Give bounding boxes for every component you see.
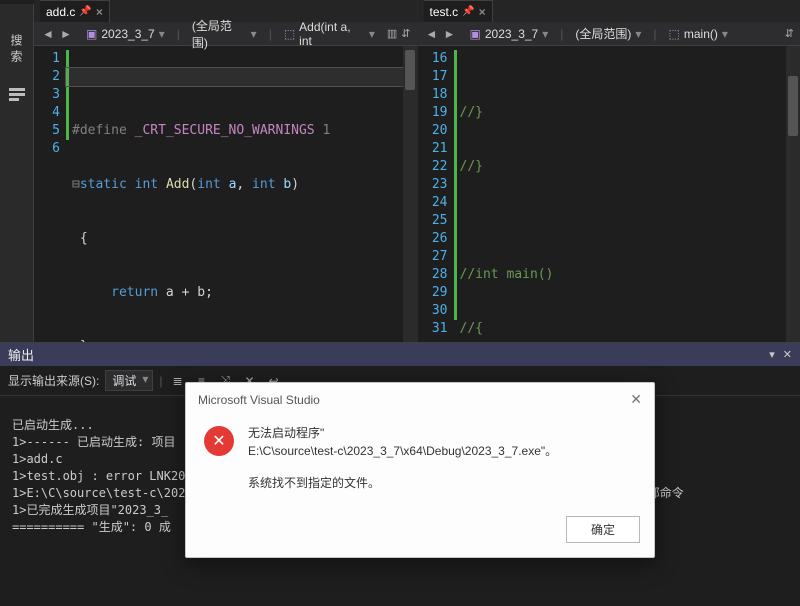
nav-back-icon[interactable]: ◄ [40, 26, 56, 42]
close-icon[interactable]: × [479, 5, 486, 19]
cube-icon: ▣ [86, 27, 97, 41]
code-area-right[interactable]: 1617 1819 2021 2223 2425 2627 2829 3031 … [418, 46, 800, 342]
dialog-title-bar[interactable]: Microsoft Visual Studio ✕ [186, 383, 654, 416]
toolbar-btn-1[interactable]: ≣ [168, 372, 186, 390]
code-right[interactable]: //} //} //int main() //{ // · int i = 0;… [454, 46, 800, 342]
chevron-down-icon: ▾ [369, 27, 375, 41]
tabbar-right: test.c 📌 × [418, 0, 800, 22]
chevron-down-icon: ▾ [251, 27, 257, 41]
output-source-label: 显示输出来源(S): [8, 372, 99, 389]
output-title-bar[interactable]: 输出 ▾ ✕ [0, 343, 800, 366]
pin-icon[interactable]: 📌 [79, 6, 91, 17]
tab-add-c[interactable]: add.c 📌 × [40, 0, 110, 22]
chevron-down-icon: ▾ [159, 27, 165, 41]
current-line-highlight [66, 68, 403, 86]
crumb-function[interactable]: ⬚ Add(int a, int ▾ [280, 20, 379, 48]
dropdown-icon[interactable]: ▾ [769, 348, 775, 361]
dialog-message: 无法启动程序" E:\C\source\test-c\2023_3_7\x64\… [248, 424, 557, 492]
pin-icon[interactable]: 📌 [462, 6, 474, 17]
crumb-scope[interactable]: (全局范围) ▾ [571, 25, 645, 42]
nav-fwd-icon[interactable]: ► [442, 26, 458, 42]
chevron-down-icon: ▾ [635, 27, 641, 41]
cube-icon: ⬚ [669, 27, 680, 41]
chevron-down-icon: ▾ [722, 27, 728, 41]
split-icon[interactable]: ▥ [387, 27, 397, 40]
chevron-down-icon: ▾ [142, 372, 148, 386]
vs-tool-icon[interactable] [7, 86, 27, 102]
tab-label: add.c [46, 5, 75, 19]
output-title: 输出 [8, 345, 34, 364]
left-side-strip: 搜索 [0, 4, 34, 342]
dialog-title: Microsoft Visual Studio [198, 393, 320, 407]
nav-back-icon[interactable]: ◄ [424, 26, 440, 42]
tab-label: test.c [430, 5, 459, 19]
nav-sep: | [269, 27, 272, 41]
gutter-left: 1 2 3 4 5 6 [34, 46, 66, 342]
error-icon: ✕ [204, 426, 234, 456]
scrollbar[interactable] [403, 46, 417, 342]
close-icon[interactable]: × [96, 5, 103, 19]
tab-test-c[interactable]: test.c 📌 × [424, 0, 493, 22]
navbar-left: ◄ ► ▣ 2023_3_7 ▾ | (全局范围) ▾ | ⬚ Add(int … [34, 22, 417, 46]
ok-button[interactable]: 确定 [566, 516, 640, 543]
nav-sep: | [177, 27, 180, 41]
chevron-down-icon: ▾ [542, 27, 548, 41]
editor-pane-add-c: add.c 📌 × ◄ ► ▣ 2023_3_7 ▾ | (全局范围) ▾ | … [34, 0, 417, 342]
close-icon[interactable]: ✕ [783, 348, 792, 361]
gutter-right: 1617 1819 2021 2223 2425 2627 2829 3031 [418, 46, 454, 342]
search-vertical-label[interactable]: 搜索 [8, 34, 25, 66]
updown-icon[interactable]: ⇵ [401, 27, 410, 40]
code-area-left[interactable]: 1 2 3 4 5 6 #define _CRT_SECURE_NO_WARNI… [34, 46, 417, 342]
updown-icon[interactable]: ⇵ [785, 27, 794, 40]
cube-icon: ▣ [470, 27, 481, 41]
close-icon[interactable]: ✕ [630, 391, 642, 408]
crumb-function[interactable]: ⬚ main() ▾ [665, 27, 732, 41]
nav-fwd-icon[interactable]: ► [58, 26, 74, 42]
cube-icon: ⬚ [284, 27, 295, 41]
navbar-right: ◄ ► ▣ 2023_3_7 ▾ | (全局范围) ▾ | ⬚ main() ▾… [418, 22, 800, 46]
output-source-select[interactable]: 调试 ▾ [105, 370, 153, 391]
editor-area: add.c 📌 × ◄ ► ▣ 2023_3_7 ▾ | (全局范围) ▾ | … [34, 0, 800, 342]
crumb-project[interactable]: ▣ 2023_3_7 ▾ [82, 27, 169, 41]
code-left[interactable]: #define _CRT_SECURE_NO_WARNINGS 1 ⊟stati… [66, 46, 417, 342]
error-dialog: Microsoft Visual Studio ✕ ✕ 无法启动程序" E:\C… [185, 382, 655, 558]
editor-pane-test-c: test.c 📌 × ◄ ► ▣ 2023_3_7 ▾ | (全局范围) ▾ | [417, 0, 800, 342]
scrollbar[interactable] [786, 46, 800, 342]
crumb-project[interactable]: ▣ 2023_3_7 ▾ [466, 27, 553, 41]
